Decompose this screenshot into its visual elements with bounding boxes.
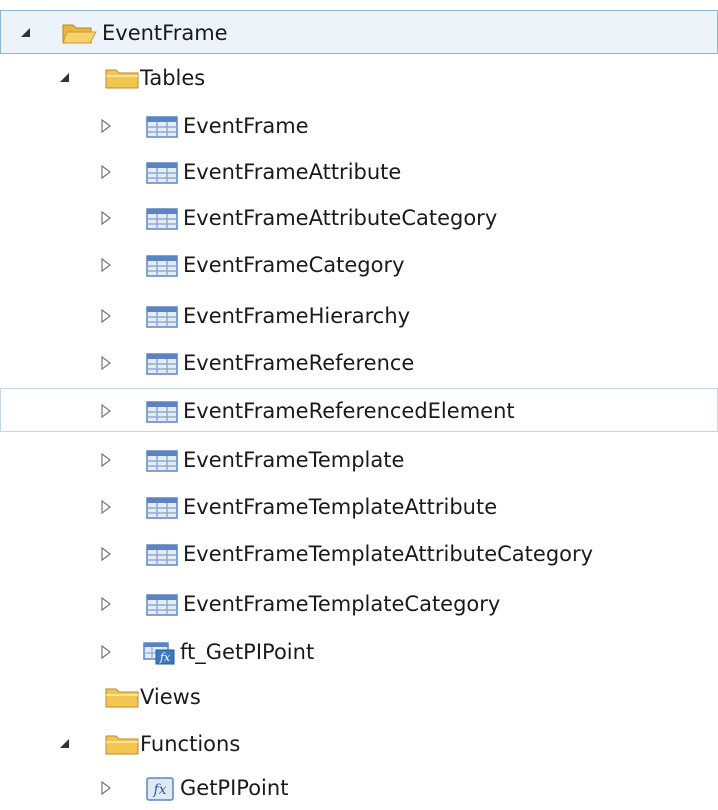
- table-icon: [145, 400, 181, 424]
- tree-node-table[interactable]: EventFrameTemplateAttributeCategory: [0, 532, 718, 576]
- tree-node-label: Functions: [140, 732, 241, 756]
- tree-node-label: EventFrameReferencedElement: [183, 399, 515, 423]
- folder-icon: [104, 67, 140, 91]
- tree-node-root[interactable]: EventFrame: [0, 10, 718, 54]
- tree-node-label: EventFrameTemplateCategory: [183, 592, 501, 616]
- tree-node-label: Tables: [140, 66, 206, 90]
- tree-node-table[interactable]: EventFrameReference: [0, 341, 718, 385]
- tree-node-label: Views: [140, 685, 201, 709]
- tree-node-functions-folder[interactable]: Functions: [0, 722, 718, 766]
- tree-node-label: EventFrameAttribute: [183, 160, 402, 184]
- folder-icon: [104, 733, 140, 757]
- tree-node-table-hovered[interactable]: EventFrameReferencedElement: [0, 388, 718, 432]
- collapsed-arrow-icon[interactable]: [99, 210, 113, 226]
- table-icon: [145, 254, 181, 278]
- tree-node-table[interactable]: EventFrameAttributeCategory: [0, 196, 718, 240]
- tree-node-label: EventFrameTemplateAttribute: [183, 495, 498, 519]
- table-icon: [145, 305, 181, 329]
- collapsed-arrow-icon[interactable]: [99, 596, 113, 612]
- table-icon: [145, 496, 181, 520]
- collapsed-arrow-icon[interactable]: [99, 780, 113, 796]
- tree-node-table[interactable]: EventFrame: [0, 104, 718, 148]
- table-icon: [145, 161, 181, 185]
- collapsed-arrow-icon[interactable]: [99, 308, 113, 324]
- svg-text:fx: fx: [159, 651, 171, 664]
- object-explorer-tree: EventFrame Tables EventFrame EventFrameA…: [0, 0, 718, 807]
- collapsed-arrow-icon[interactable]: [99, 164, 113, 180]
- collapsed-arrow-icon[interactable]: [99, 118, 113, 134]
- tree-node-label: EventFrameCategory: [183, 253, 405, 277]
- tree-node-function[interactable]: fx GetPIPoint: [0, 766, 718, 810]
- tree-node-label: GetPIPoint: [180, 776, 289, 800]
- tree-node-label: ft_GetPIPoint: [180, 640, 315, 664]
- svg-text:fx: fx: [152, 782, 166, 798]
- tree-node-table[interactable]: EventFrameTemplate: [0, 438, 718, 482]
- collapsed-arrow-icon[interactable]: [99, 403, 113, 419]
- table-function-icon: fx: [142, 641, 178, 665]
- scalar-function-icon: fx: [145, 777, 181, 801]
- tree-node-table[interactable]: EventFrameTemplateAttribute: [0, 485, 718, 529]
- collapsed-arrow-icon[interactable]: [99, 355, 113, 371]
- collapsed-arrow-icon[interactable]: [99, 257, 113, 273]
- tree-node-label: EventFrameReference: [183, 351, 415, 375]
- tree-node-label: EventFrameTemplate: [183, 448, 405, 472]
- table-icon: [145, 352, 181, 376]
- collapsed-arrow-icon[interactable]: [99, 546, 113, 562]
- tree-node-label: EventFrameAttributeCategory: [183, 206, 498, 230]
- tree-node-label: EventFrameTemplateAttributeCategory: [183, 542, 594, 566]
- tree-node-tables-folder[interactable]: Tables: [0, 56, 718, 100]
- folder-icon: [104, 686, 140, 710]
- open-folder-icon: [61, 22, 97, 46]
- tree-node-label: EventFrame: [183, 114, 309, 138]
- expanded-arrow-icon[interactable]: [58, 70, 72, 86]
- expanded-arrow-icon[interactable]: [58, 736, 72, 752]
- tree-node-table-function[interactable]: fx ft_GetPIPoint: [0, 630, 718, 674]
- table-icon: [145, 593, 181, 617]
- tree-node-table[interactable]: EventFrameTemplateCategory: [0, 582, 718, 626]
- table-icon: [145, 543, 181, 567]
- tree-node-label: EventFrameHierarchy: [183, 304, 411, 328]
- tree-node-views-folder[interactable]: Views: [0, 675, 718, 719]
- tree-node-table[interactable]: EventFrameHierarchy: [0, 294, 718, 338]
- tree-node-table[interactable]: EventFrameAttribute: [0, 150, 718, 194]
- collapsed-arrow-icon[interactable]: [99, 452, 113, 468]
- table-icon: [145, 115, 181, 139]
- collapsed-arrow-icon[interactable]: [99, 644, 113, 660]
- table-icon: [145, 207, 181, 231]
- tree-node-table[interactable]: EventFrameCategory: [0, 243, 718, 287]
- tree-node-label: EventFrame: [102, 21, 228, 45]
- collapsed-arrow-icon[interactable]: [99, 499, 113, 515]
- table-icon: [145, 449, 181, 473]
- expanded-arrow-icon[interactable]: [19, 25, 33, 41]
